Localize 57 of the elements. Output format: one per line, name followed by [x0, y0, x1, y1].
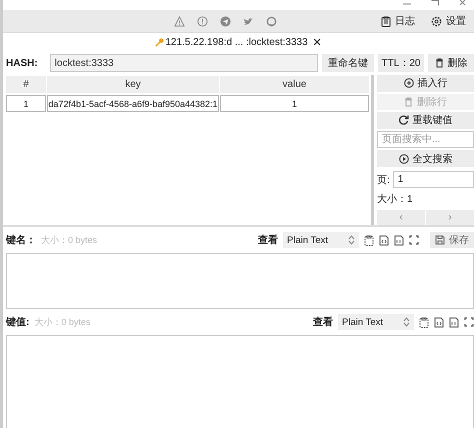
- rename-button[interactable]: 重命名键: [322, 54, 374, 72]
- table-cell[interactable]: da72f4b1-5acf-4568-a6f9-baf950a44382:1: [47, 95, 219, 112]
- binary-file-icon[interactable]: [449, 316, 459, 328]
- clipboard-icon[interactable]: [364, 234, 374, 246]
- save-button[interactable]: 保存: [430, 232, 474, 248]
- format-dropdown[interactable]: Plain Text: [283, 232, 359, 248]
- warning-icon[interactable]: [174, 16, 184, 26]
- row-number: 1: [6, 95, 46, 112]
- column-header[interactable]: value: [220, 76, 369, 93]
- binary-file-icon[interactable]: [394, 234, 404, 246]
- tab-title: 121.5.22.198:d ... :locktest:3333: [165, 36, 308, 48]
- action-button[interactable]: 重载键值: [377, 112, 474, 129]
- column-header[interactable]: #: [6, 76, 46, 93]
- full-search-button[interactable]: 全文搜索: [377, 150, 474, 167]
- key-icon: [155, 38, 164, 46]
- plus-circle-icon: [404, 78, 414, 88]
- size-text: 大小：0 bytes: [41, 234, 98, 246]
- connection-tab[interactable]: 121.5.22.198:d ... :locktest:3333 ✕: [155, 36, 322, 48]
- code-file-icon[interactable]: [434, 316, 444, 328]
- clipboard-icon[interactable]: [419, 316, 429, 328]
- play-circle-icon: [398, 154, 408, 164]
- page-label: 页:: [377, 174, 390, 186]
- action-button[interactable]: 插入行: [377, 75, 474, 92]
- floppy-disk-icon: [435, 235, 445, 245]
- editor-label: 键名：: [6, 234, 36, 247]
- column-header[interactable]: key: [47, 76, 219, 93]
- paper-plane-icon[interactable]: [220, 16, 230, 26]
- editor-label: 键值:: [6, 316, 30, 329]
- bird-icon[interactable]: [242, 16, 254, 26]
- view-label: 查看: [313, 316, 333, 329]
- trash-icon: [404, 96, 413, 107]
- trash-icon: [434, 58, 444, 68]
- clipboard-icon: [381, 16, 391, 26]
- key-name-field[interactable]: locktest:3333: [50, 54, 318, 72]
- delete-button[interactable]: 删除: [428, 54, 474, 72]
- format-dropdown[interactable]: Plain Text: [338, 314, 414, 330]
- updown-icon: [348, 235, 355, 245]
- round-logo-icon[interactable]: [266, 16, 276, 26]
- tab-close-button[interactable]: ✕: [312, 36, 322, 48]
- toolbar-button[interactable]: 日志: [377, 12, 419, 30]
- table-cell[interactable]: 1: [220, 95, 369, 112]
- ttl-button[interactable]: TTL：20: [378, 54, 424, 72]
- fullscreen-icon[interactable]: [464, 317, 474, 327]
- updown-icon: [403, 317, 410, 327]
- reload-icon: [398, 115, 408, 126]
- close-icon[interactable]: [458, 0, 468, 6]
- view-label: 查看: [258, 234, 278, 247]
- page-search-field[interactable]: 页面搜索中...: [377, 130, 474, 148]
- gear-icon: [431, 16, 442, 26]
- toolbar-button[interactable]: 设置: [427, 12, 470, 30]
- hash-label: HASH:: [6, 58, 38, 68]
- code-file-icon[interactable]: [379, 234, 389, 246]
- fullscreen-icon[interactable]: [409, 235, 419, 245]
- size-text: 大小：0 bytes: [34, 316, 90, 328]
- info-icon[interactable]: [196, 16, 208, 26]
- page-field[interactable]: 1: [392, 171, 474, 188]
- page-size-text: 大小：1: [377, 192, 414, 207]
